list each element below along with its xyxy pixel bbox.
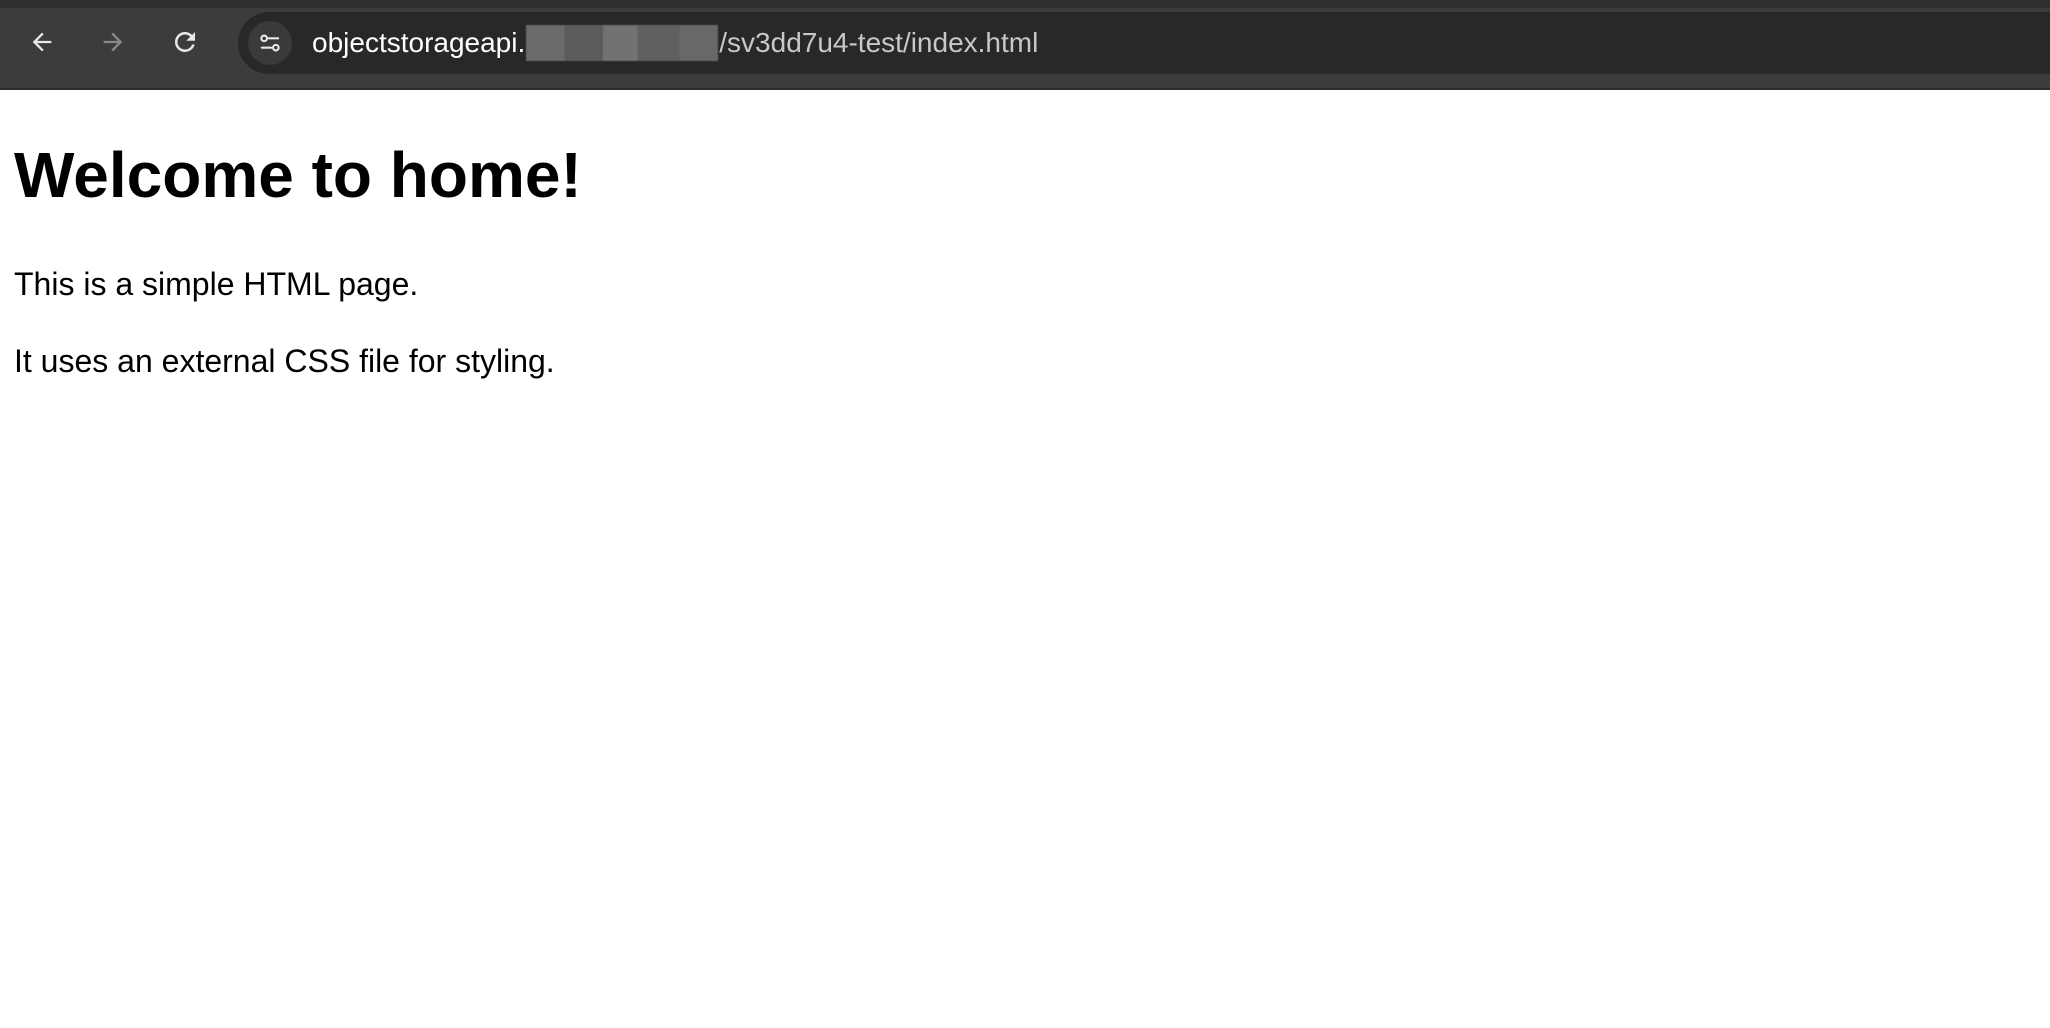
back-button[interactable] <box>22 22 62 62</box>
paragraph-intro: This is a simple HTML page. <box>14 266 419 302</box>
site-info-button[interactable] <box>248 21 292 65</box>
reload-icon <box>174 31 195 52</box>
arrow-right-icon <box>103 32 123 52</box>
url-path: /sv3dd7u4-test/index.html <box>719 27 1039 58</box>
url-text[interactable]: objectstorageapi. /sv3dd7u4-test/index.h… <box>312 12 1038 74</box>
page-heading: Welcome to home! <box>14 139 582 211</box>
reload-button[interactable] <box>165 22 205 62</box>
toolbar-divider <box>0 88 2050 90</box>
url-host: objectstorageapi. <box>312 27 526 58</box>
address-bar[interactable]: objectstorageapi. /sv3dd7u4-test/index.h… <box>238 12 2050 74</box>
browser-toolbar: objectstorageapi. /sv3dd7u4-test/index.h… <box>0 0 2050 90</box>
arrow-left-icon <box>32 32 52 52</box>
redacted-domain <box>526 25 719 61</box>
tune-icon <box>260 34 280 52</box>
forward-button[interactable] <box>93 22 133 62</box>
window-top-edge <box>0 0 2050 8</box>
paragraph-styling: It uses an external CSS file for styling… <box>14 343 555 379</box>
